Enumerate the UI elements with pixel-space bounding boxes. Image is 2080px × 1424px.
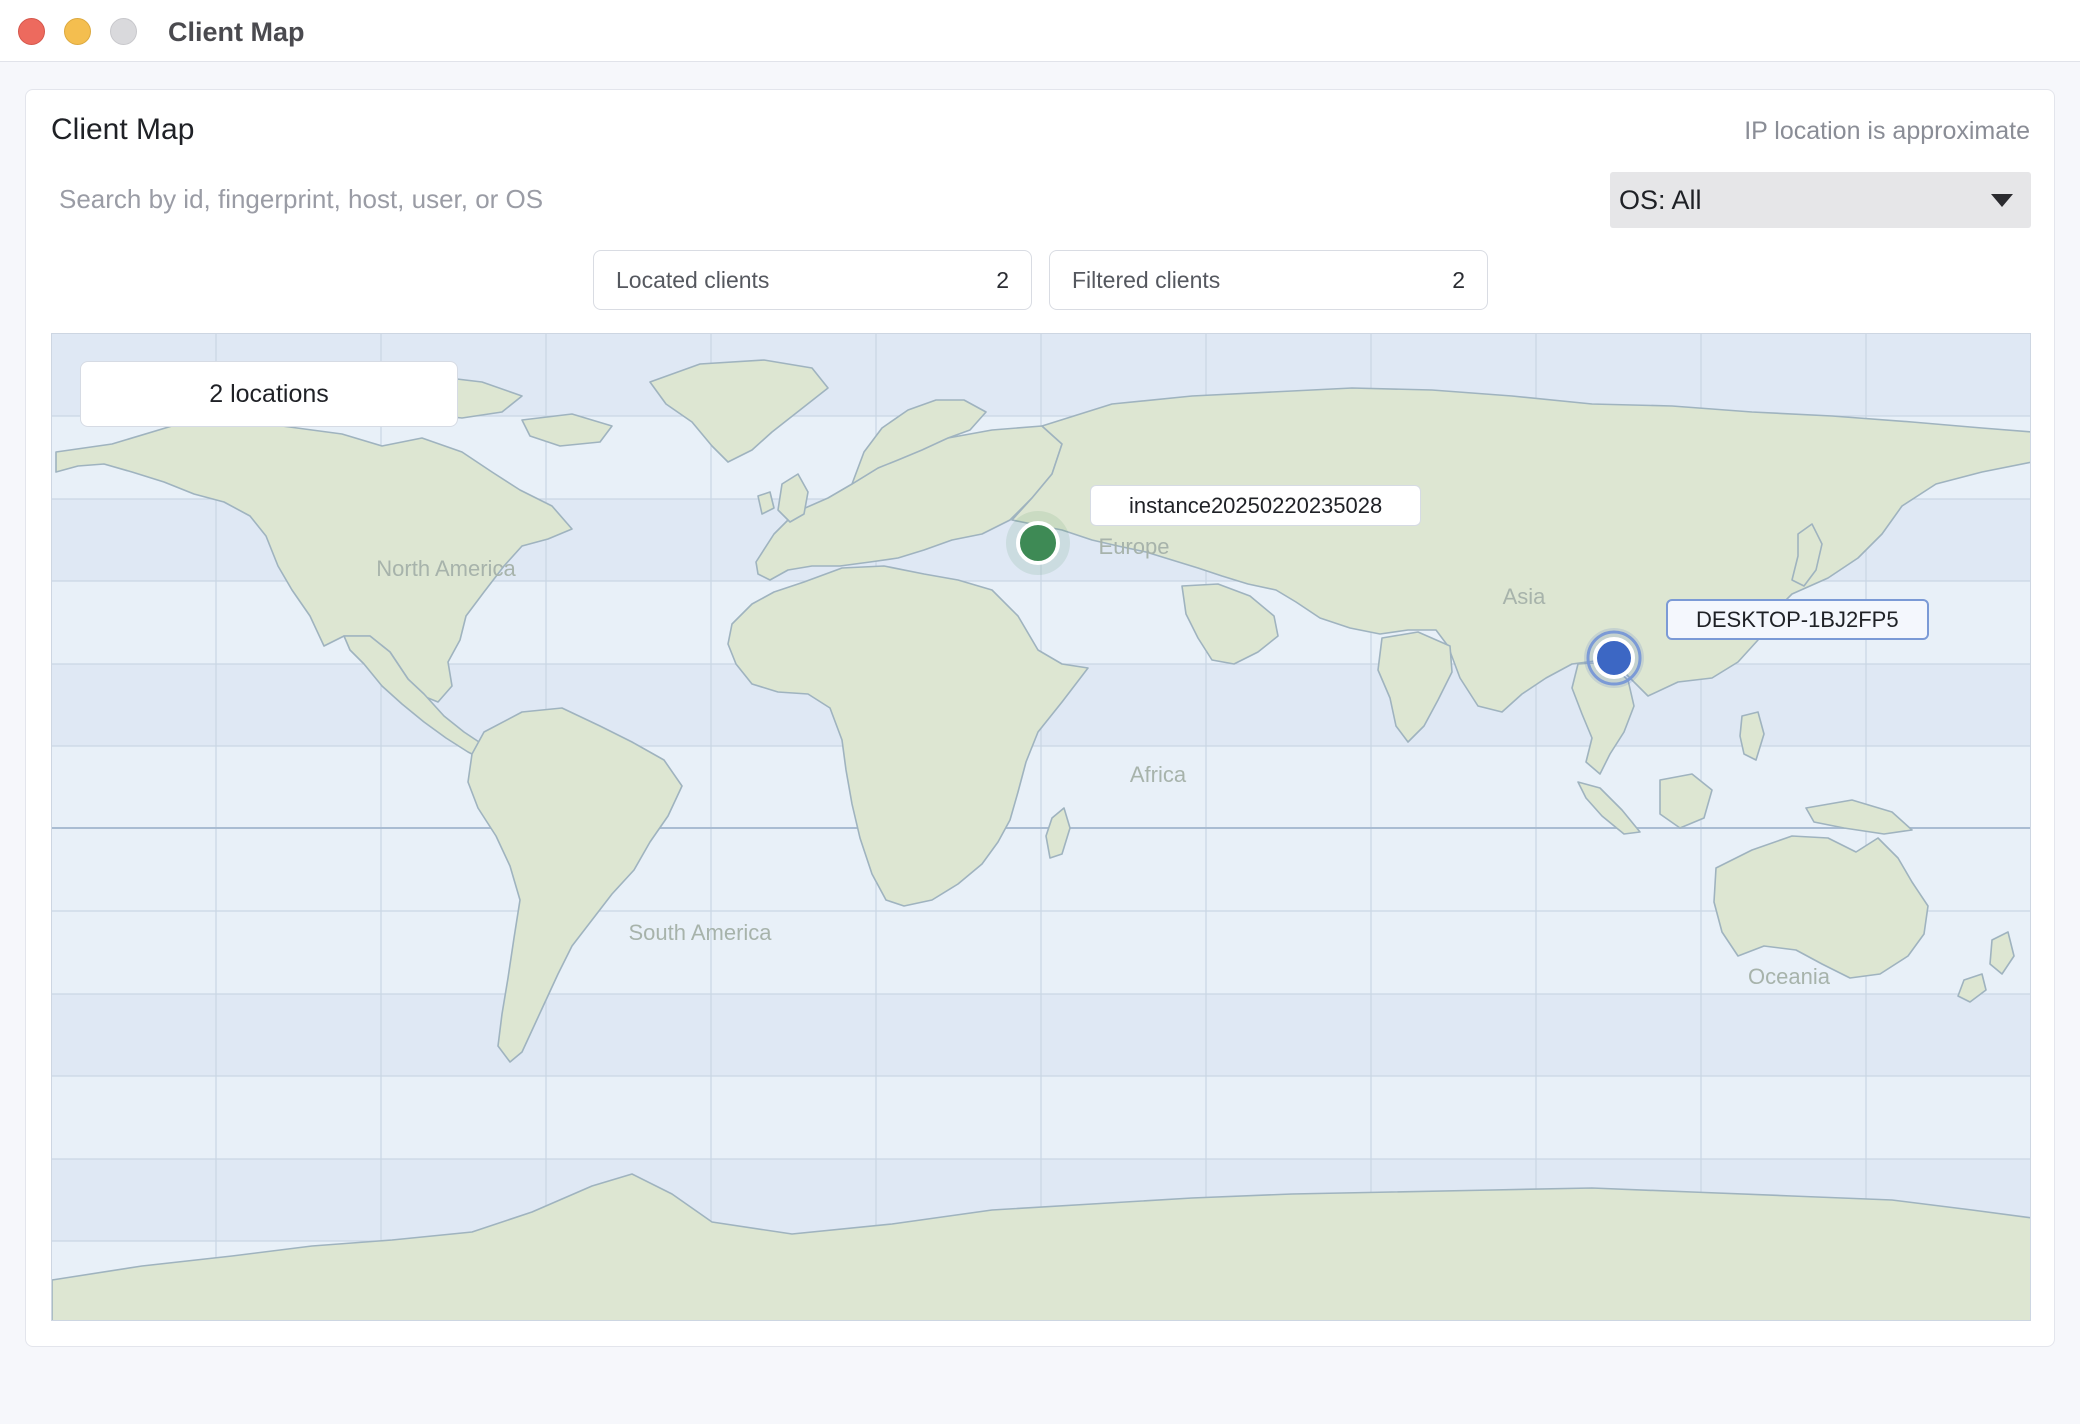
marker-dot-icon[interactable] [1016, 521, 1060, 565]
continent-label-europe: Europe [1099, 534, 1170, 559]
marker-dot-icon[interactable] [1593, 637, 1635, 679]
client-search-input[interactable] [51, 174, 951, 224]
client-marker-blue[interactable] [1584, 628, 1644, 688]
located-clients-label: Located clients [616, 267, 770, 293]
filtered-clients-stat: Filtered clients 2 [1049, 250, 1488, 310]
title-bar: Client Map [0, 0, 2080, 62]
continent-label-north-america: North America [376, 556, 516, 581]
client-map-panel: Client Map IP location is approximate OS… [25, 89, 2055, 1347]
panel-title: Client Map [51, 113, 195, 146]
filtered-clients-label: Filtered clients [1072, 267, 1221, 293]
client-marker-label-selected[interactable]: DESKTOP-1BJ2FP5 [1666, 599, 1929, 640]
window-title: Client Map [168, 17, 305, 47]
zoom-window-button[interactable] [110, 18, 137, 45]
app-window: Client Map Client Map IP location is app… [0, 0, 2080, 1424]
located-clients-count: 2 [996, 267, 1009, 293]
ip-location-note: IP location is approximate [1744, 117, 2030, 145]
close-window-button[interactable] [18, 18, 45, 45]
continent-label-south-america: South America [628, 920, 772, 945]
world-map[interactable]: North America South America Europe Afric… [51, 333, 2031, 1321]
os-filter-dropdown[interactable]: OS: All [1610, 172, 2031, 228]
world-map-canvas: North America South America Europe Afric… [52, 334, 2030, 1320]
os-filter-value: OS: All [1619, 185, 1702, 215]
caret-down-icon [1991, 194, 2013, 207]
minimize-window-button[interactable] [64, 18, 91, 45]
filtered-clients-count: 2 [1452, 267, 1465, 293]
continent-label-asia: Asia [1503, 584, 1547, 609]
client-marker-green[interactable] [1006, 511, 1070, 575]
location-count-badge: 2 locations [80, 361, 458, 427]
located-clients-stat: Located clients 2 [593, 250, 1032, 310]
continent-label-oceania: Oceania [1748, 964, 1831, 989]
client-marker-label[interactable]: instance20250220235028 [1090, 485, 1422, 526]
continent-label-africa: Africa [1130, 762, 1187, 787]
